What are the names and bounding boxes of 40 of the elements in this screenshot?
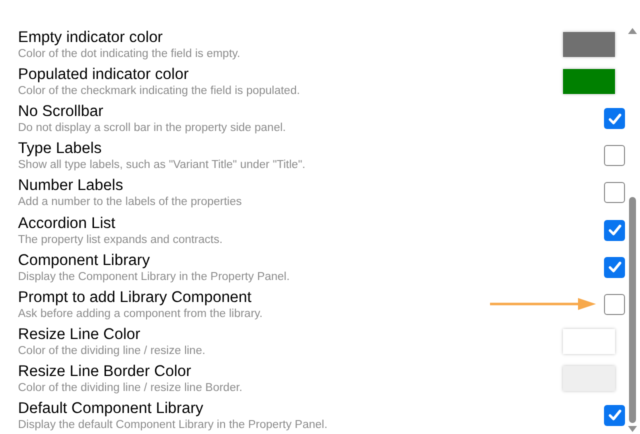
setting-description: Add a number to the labels of the properties <box>18 195 243 210</box>
color-swatch[interactable] <box>563 32 615 58</box>
setting-title: Accordion List <box>18 214 116 233</box>
checkbox[interactable] <box>604 145 625 166</box>
checkbox[interactable] <box>604 256 625 278</box>
checkbox[interactable] <box>604 182 625 204</box>
setting-title: No Scrollbar <box>18 102 104 122</box>
checkbox[interactable] <box>604 294 625 315</box>
checkmark-icon <box>608 409 622 422</box>
setting-description: Ask before adding a component from the library. <box>18 306 264 321</box>
setting-description: Show all type labels, such as "Variant Title" under "Title". <box>18 158 306 172</box>
setting-title: Prompt to add Library Component <box>18 288 252 307</box>
setting-description: Color of the dividing line / resize line. <box>18 344 206 358</box>
setting-description: Color of the checkmark indicating the field is populated. <box>18 84 301 98</box>
checkbox[interactable] <box>604 220 625 241</box>
setting-description: Color of the dividing line / resize line Border. <box>18 380 244 395</box>
setting-description: Do not display a scroll bar in the property side panel. <box>18 121 287 136</box>
checkbox[interactable] <box>604 404 625 426</box>
checkmark-icon <box>608 261 622 274</box>
scrollbar-thumb[interactable] <box>629 197 636 423</box>
setting-description: Color of the dot indicating the field is empty. <box>18 47 242 62</box>
checkbox[interactable] <box>604 108 625 130</box>
checkmark-icon <box>608 112 622 125</box>
color-swatch[interactable] <box>563 328 615 354</box>
setting-description: Display the Component Library in the Property Panel. <box>18 270 291 284</box>
setting-title: Component Library <box>18 250 151 270</box>
color-swatch[interactable] <box>563 366 615 391</box>
color-swatch[interactable] <box>563 69 615 94</box>
setting-title: Empty indicator color <box>18 28 164 48</box>
setting-title: Resize Line Color <box>18 324 142 344</box>
setting-title: Type Labels <box>18 139 103 158</box>
setting-title: Resize Line Border Color <box>18 362 192 381</box>
scroll-down-icon[interactable] <box>628 426 637 432</box>
checkmark-icon <box>608 224 622 236</box>
setting-title: Number Labels <box>18 176 124 196</box>
setting-description: Display the default Component Library in the Property Panel. <box>18 418 328 432</box>
setting-title: Populated indicator color <box>18 65 190 84</box>
scroll-up-icon[interactable] <box>628 28 637 34</box>
setting-description: The property list expands and contracts. <box>18 232 224 247</box>
setting-title: Default Component Library <box>18 398 204 418</box>
